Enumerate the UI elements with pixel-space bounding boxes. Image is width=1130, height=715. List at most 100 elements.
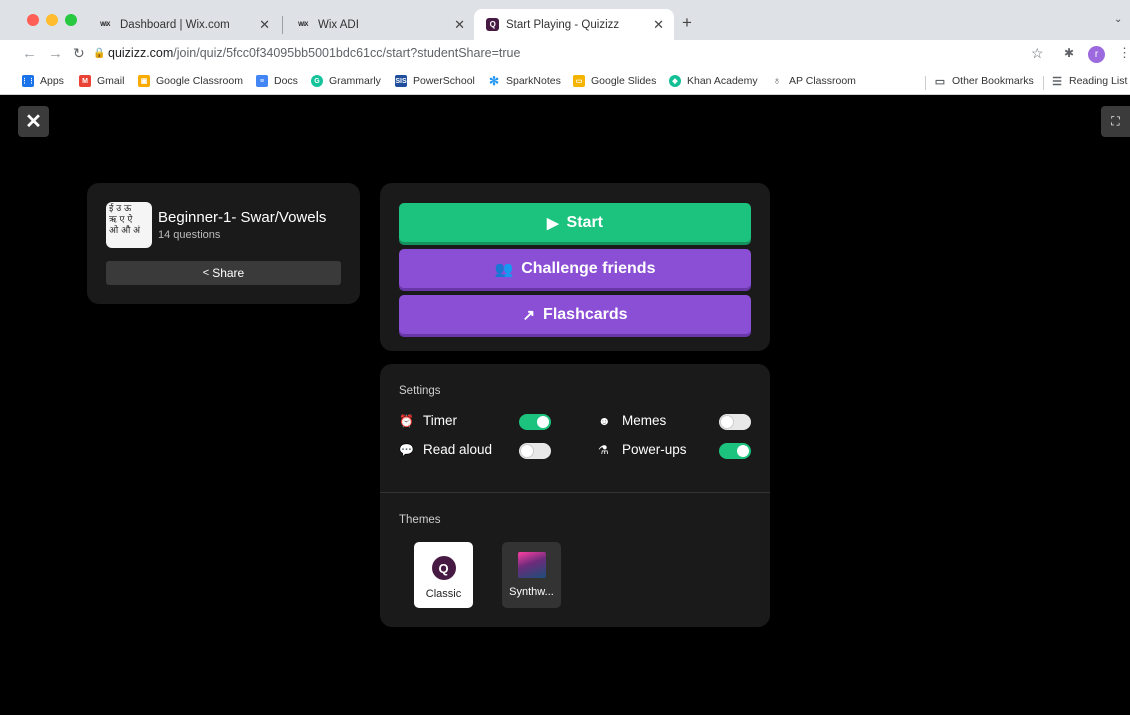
memes-toggle[interactable] [719, 414, 751, 430]
bookmark-grammarly[interactable]: G Grammarly [311, 75, 381, 87]
tab-quizizz[interactable]: Q Start Playing - Quizizz ✕ [474, 9, 674, 40]
apps-grid-icon: ⋮⋮ [21, 75, 35, 87]
bookmark-sparknotes[interactable]: ✻ SparkNotes [488, 74, 561, 88]
users-icon: 👥 [494, 260, 514, 278]
tab-bar: WiX Dashboard | Wix.com ✕ WiX Wix ADI ✕ … [0, 0, 1130, 40]
toggle-knob [721, 416, 733, 428]
theme-synthwave[interactable]: Synthw... [502, 542, 561, 608]
external-link-icon: ↗ [522, 306, 536, 324]
url-path: /join/quiz/5fcc0f34095bb5001bdc61cc/star… [173, 46, 521, 60]
docs-icon: ≡ [256, 75, 268, 87]
theme-classic[interactable]: Q Classic [414, 542, 473, 608]
tab-dashboard[interactable]: WiX Dashboard | Wix.com ✕ [85, 9, 280, 40]
tab-title: Dashboard | Wix.com [120, 18, 230, 31]
slides-icon: ▭ [573, 75, 585, 87]
minimize-window-button[interactable] [46, 14, 58, 26]
classroom-icon: ▣ [138, 75, 150, 87]
share-label: Share [212, 266, 245, 280]
bookmark-label: Grammarly [329, 75, 381, 87]
browser-chrome: WiX Dashboard | Wix.com ✕ WiX Wix ADI ✕ … [0, 0, 1130, 95]
start-label: Start [566, 213, 603, 231]
start-button[interactable]: ▶ Start [399, 203, 751, 242]
back-arrow-icon[interactable]: ← [22, 45, 37, 62]
bookmarks-separator [925, 76, 926, 90]
timer-toggle[interactable] [519, 414, 551, 430]
ap-classroom-icon: ♁ [772, 75, 782, 87]
bookmark-ap-classroom[interactable]: ♁ AP Classroom [771, 75, 856, 87]
bookmark-label: SparkNotes [506, 75, 561, 87]
gmail-icon: M [79, 75, 91, 87]
tab-close-icon[interactable]: ✕ [653, 17, 664, 33]
setting-label: Read aloud [423, 442, 493, 457]
tab-wix-adi[interactable]: WiX Wix ADI ✕ [283, 9, 475, 40]
menu-kebab-icon[interactable]: ⋮ [1118, 45, 1130, 61]
setting-power-ups: ⚗ Power-ups [598, 442, 687, 457]
bookmark-reading-list[interactable]: ☰ Reading List [1051, 75, 1128, 88]
thumbnail-row: ऋ ए ऐ [109, 215, 133, 225]
share-icon: < [202, 267, 210, 279]
laugh-icon: ☻ [598, 413, 611, 428]
tab-close-icon[interactable]: ✕ [259, 17, 270, 33]
profile-avatar[interactable]: r [1088, 46, 1105, 63]
reload-icon[interactable]: ↻ [73, 45, 85, 62]
thumbnail-row: ई उ ऊ [109, 204, 132, 214]
wix-favicon-icon: WiX [100, 21, 110, 28]
bookmark-powerschool[interactable]: SIS PowerSchool [395, 75, 475, 87]
setting-memes: ☻ Memes [598, 413, 666, 428]
bookmark-label: AP Classroom [789, 75, 856, 87]
bookmark-label: Reading List [1069, 75, 1128, 87]
quizizz-logo-icon: Q [431, 556, 456, 580]
alarm-icon: ⏰ [399, 413, 414, 428]
new-tab-button[interactable]: + [682, 13, 692, 33]
reading-list-icon: ☰ [1052, 75, 1062, 88]
flask-icon: ⚗ [598, 442, 609, 457]
bookmark-other-bookmarks[interactable]: ▭ Other Bookmarks [934, 75, 1034, 88]
bookmark-label: PowerSchool [413, 75, 475, 87]
bookmark-google-classroom[interactable]: ▣ Google Classroom [138, 75, 243, 87]
folder-icon: ▭ [934, 75, 946, 88]
settings-divider [380, 492, 770, 493]
power-ups-toggle[interactable] [719, 443, 751, 459]
maximize-window-button[interactable] [65, 14, 77, 26]
setting-label: Timer [423, 413, 457, 428]
bookmark-star-icon[interactable]: ☆ [1031, 45, 1044, 62]
bookmark-google-slides[interactable]: ▭ Google Slides [573, 75, 656, 87]
bookmark-label: Docs [274, 75, 298, 87]
url-host: quizizz.com [108, 46, 174, 60]
powerschool-icon: SIS [395, 75, 407, 87]
thumbnail-row: ओ औ अं [109, 226, 141, 236]
bookmark-label: Gmail [97, 75, 125, 87]
sparknotes-icon: ✻ [488, 74, 500, 88]
setting-read-aloud: 💬 Read aloud [399, 442, 492, 457]
fullscreen-button[interactable]: ⛶ [1101, 106, 1130, 137]
bookmark-label: Google Slides [591, 75, 657, 87]
url-field[interactable]: quizizz.com/join/quiz/5fcc0f34095bb5001b… [108, 46, 520, 60]
bookmark-docs[interactable]: ≡ Docs [256, 75, 298, 87]
synthwave-preview-image [517, 552, 546, 578]
flashcards-button[interactable]: ↗ Flashcards [399, 295, 751, 334]
bookmark-gmail[interactable]: M Gmail [79, 75, 124, 87]
forward-arrow-icon[interactable]: → [48, 45, 63, 62]
close-window-button[interactable] [27, 14, 39, 26]
bookmark-label: Other Bookmarks [952, 75, 1034, 87]
bookmark-label: Apps [40, 75, 64, 87]
bookmark-khan-academy[interactable]: ◆ Khan Academy [669, 75, 758, 87]
extensions-puzzle-icon[interactable]: ✱ [1064, 46, 1074, 60]
wix-favicon-icon: WiX [298, 21, 308, 28]
tab-close-icon[interactable]: ✕ [454, 17, 465, 33]
bookmark-apps[interactable]: ⋮⋮ Apps [21, 75, 64, 87]
tab-search-chevron-icon[interactable]: ⌄ [1114, 14, 1122, 25]
share-button[interactable]: < Share [106, 261, 341, 285]
tab-title: Wix ADI [318, 18, 359, 31]
toggle-knob [737, 445, 749, 457]
play-icon: ▶ [547, 214, 559, 232]
speech-icon: 💬 [399, 442, 414, 457]
setting-label: Memes [622, 413, 667, 428]
close-quiz-button[interactable]: ✕ [18, 106, 49, 137]
challenge-friends-button[interactable]: 👥 Challenge friends [399, 249, 751, 288]
lock-icon: 🔒 [93, 48, 106, 59]
toggle-knob [537, 416, 549, 428]
khan-academy-icon: ◆ [669, 75, 681, 87]
read-aloud-toggle[interactable] [519, 443, 551, 459]
setting-timer: ⏰ Timer [399, 413, 457, 428]
